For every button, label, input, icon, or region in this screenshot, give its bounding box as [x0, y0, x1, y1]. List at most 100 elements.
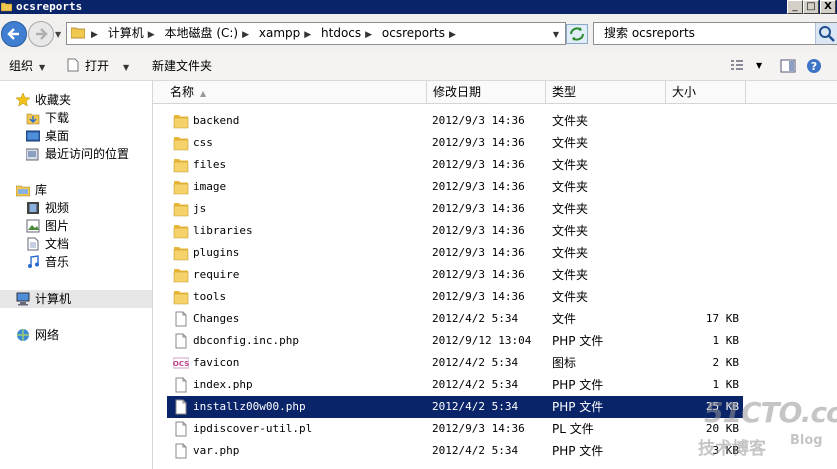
file-row[interactable]: js 2012/9/3 14:36 文件夹	[167, 198, 743, 220]
breadcrumb-chevron-icon[interactable]: ▶	[146, 30, 159, 40]
breadcrumb-item[interactable]: xampp	[257, 26, 302, 40]
svg-text:OCS: OCS	[173, 360, 189, 368]
file-list: 名称 ▲ 修改日期 类型 大小 backend 2012/9/3 14:36 文件夹 c…	[153, 81, 837, 469]
search-button[interactable]	[815, 23, 837, 44]
file-name: files	[193, 158, 227, 171]
nav-label: 收藏夹	[35, 93, 72, 107]
file-type: PHP 文件	[552, 334, 604, 348]
file-icon	[175, 443, 187, 459]
address-toolbar: ▼ ▶ 计算机 ▶ 本地磁盘 (C:) ▶ xampp ▶ htdocs ▶ ocsre…	[0, 14, 837, 53]
file-row[interactable]: require 2012/9/3 14:36 文件夹	[167, 264, 743, 286]
file-name: dbconfig.inc.php	[193, 334, 299, 347]
refresh-button[interactable]	[566, 24, 588, 44]
nav-label: 图片	[45, 219, 70, 233]
folder-icon	[173, 247, 189, 261]
file-date: 2012/9/3 14:36	[432, 422, 525, 435]
nav-label: 计算机	[35, 292, 72, 306]
file-row[interactable]: files 2012/9/3 14:36 文件夹	[167, 154, 743, 176]
folder-icon	[173, 203, 189, 217]
breadcrumb-chevron-icon[interactable]: ▶	[447, 30, 460, 40]
nav-label: 文档	[45, 237, 70, 251]
help-icon[interactable]: ?	[806, 58, 822, 74]
breadcrumb-chevron-icon[interactable]: ▶	[240, 30, 253, 40]
file-name: installz00w00.php	[193, 400, 306, 413]
breadcrumb-chevron-icon[interactable]: ▶	[89, 30, 102, 40]
view-options-icon[interactable]	[729, 58, 745, 74]
nav-label: 音乐	[45, 255, 70, 269]
breadcrumb-chevron-icon[interactable]: ▶	[363, 30, 376, 40]
organize-button[interactable]: 组织 ▼	[9, 52, 45, 82]
close-button[interactable]: X	[820, 0, 836, 14]
column-header-type[interactable]: 类型	[546, 81, 666, 103]
back-button[interactable]	[1, 21, 27, 47]
organize-label: 组织	[9, 59, 34, 73]
libraries-icon	[16, 185, 30, 197]
downloads-folder-icon	[26, 113, 40, 125]
file-row[interactable]: plugins 2012/9/3 14:36 文件夹	[167, 242, 743, 264]
music-icon	[28, 255, 39, 268]
file-row[interactable]: index.php 2012/4/2 5:34 PHP 文件 1 KB	[167, 374, 743, 396]
file-date: 2012/9/3 14:36	[432, 290, 525, 303]
file-row[interactable]: image 2012/9/3 14:36 文件夹	[167, 176, 743, 198]
column-header-name[interactable]: 名称 ▲	[153, 81, 427, 103]
recent-pages-dropdown-icon[interactable]: ▼	[55, 30, 61, 39]
breadcrumb: ▶ 计算机 ▶ 本地磁盘 (C:) ▶ xampp ▶ htdocs ▶ ocsrepo…	[89, 23, 460, 46]
file-name: image	[193, 180, 227, 193]
breadcrumb-item[interactable]: 本地磁盘 (C:)	[163, 26, 241, 40]
column-header-label: 类型	[552, 85, 577, 99]
file-size: 1 KB	[712, 334, 740, 347]
breadcrumb-item[interactable]: 计算机	[106, 26, 146, 40]
search-input[interactable]: 搜索 ocsreports	[604, 23, 695, 44]
file-icon	[175, 377, 187, 393]
back-arrow-icon	[7, 28, 19, 40]
file-name: backend	[193, 114, 240, 127]
folder-icon	[173, 291, 189, 305]
preview-pane-icon[interactable]	[780, 58, 796, 74]
new-folder-button[interactable]: 新建文件夹	[152, 52, 212, 80]
maximize-button[interactable]: □	[803, 0, 819, 14]
file-row[interactable]: libraries 2012/9/3 14:36 文件夹	[167, 220, 743, 242]
file-row[interactable]: installz00w00.php 2012/4/2 5:34 PHP 文件 25 K…	[167, 396, 743, 418]
folder-icon	[173, 225, 189, 239]
file-date: 2012/9/3 14:36	[432, 246, 525, 259]
open-button[interactable]: 打开 ▼	[67, 52, 129, 82]
file-row[interactable]: tools 2012/9/3 14:36 文件夹	[167, 286, 743, 308]
address-bar[interactable]: ▶ 计算机 ▶ 本地磁盘 (C:) ▶ xampp ▶ htdocs ▶ ocsrepo…	[66, 22, 566, 45]
file-row[interactable]: ipdiscover-util.pl 2012/9/3 14:36 PL 文件 20 …	[167, 418, 743, 440]
view-dropdown-icon[interactable]: ▼	[756, 52, 762, 80]
file-type: 文件夹	[552, 114, 589, 128]
file-row[interactable]: Changes 2012/4/2 5:34 文件 17 KB	[167, 308, 743, 330]
file-row[interactable]: dbconfig.inc.php 2012/9/12 13:04 PHP 文件 1 K…	[167, 330, 743, 352]
file-date: 2012/9/3 14:36	[432, 202, 525, 215]
file-size: 1 KB	[712, 378, 740, 391]
folder-icon	[173, 137, 189, 151]
breadcrumb-chevron-icon[interactable]: ▶	[302, 30, 315, 40]
forward-button[interactable]	[28, 21, 54, 47]
address-dropdown-icon[interactable]: ▼	[553, 30, 559, 39]
file-row[interactable]: OCS favicon 2012/4/2 5:34 图标 2 KB	[167, 352, 743, 374]
breadcrumb-item[interactable]: htdocs	[319, 26, 363, 40]
file-type: 文件夹	[552, 180, 589, 194]
column-header-size[interactable]: 大小	[666, 81, 746, 103]
file-size: 25 KB	[705, 400, 739, 413]
file-row[interactable]: var.php 2012/4/2 5:34 PHP 文件 3 KB	[167, 440, 743, 462]
file-date: 2012/9/3 14:36	[432, 224, 525, 237]
file-type: 文件夹	[552, 246, 589, 260]
pictures-icon	[26, 219, 40, 233]
file-date: 2012/9/3 14:36	[432, 136, 525, 149]
file-date: 2012/4/2 5:34	[432, 378, 519, 391]
search-box[interactable]: 搜索 ocsreports	[593, 22, 837, 45]
file-name: libraries	[193, 224, 253, 237]
favicon-icon: OCS	[173, 357, 189, 369]
file-type: PHP 文件	[552, 400, 604, 414]
column-header-date[interactable]: 修改日期	[427, 81, 546, 103]
file-row[interactable]: css 2012/9/3 14:36 文件夹	[167, 132, 743, 154]
file-name: require	[193, 268, 240, 281]
file-row[interactable]: backend 2012/9/3 14:36 文件夹	[167, 110, 743, 132]
file-size: 2 KB	[712, 356, 740, 369]
nav-label: 最近访问的位置	[45, 147, 130, 161]
file-name: Changes	[193, 312, 240, 325]
minimize-button[interactable]: _	[787, 0, 803, 14]
column-header-label: 大小	[672, 85, 697, 99]
breadcrumb-item[interactable]: ocsreports	[380, 26, 447, 40]
